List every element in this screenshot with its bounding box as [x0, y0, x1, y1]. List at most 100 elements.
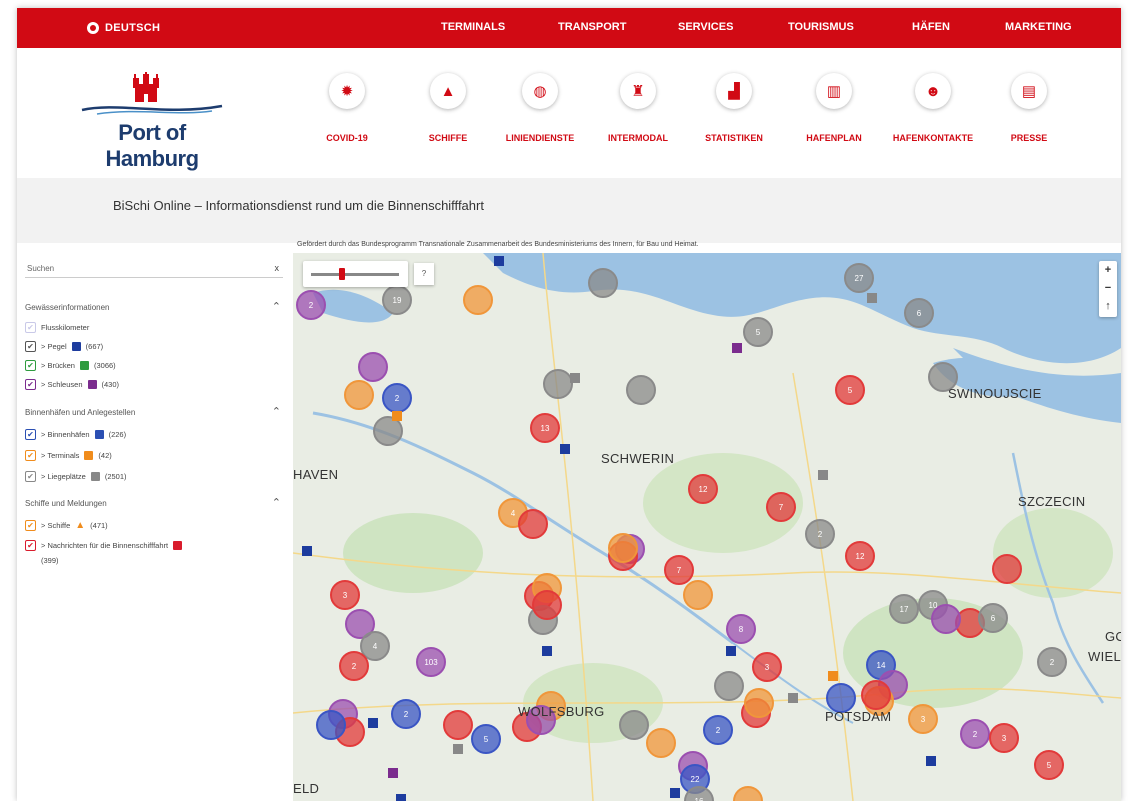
layer-sidebar: Suchen x Gewässerinformationen ⌃ ✔ Fluss… [17, 253, 293, 801]
layer-schleusen[interactable]: ✔ > Schleusen (430) [25, 379, 119, 390]
map-icon: ▥ [816, 73, 852, 109]
layer-nachrichten[interactable]: ✔ > Nachrichten für die Binnenschifffahr… [25, 540, 183, 551]
quicklink-liniendienste[interactable]: ◍ LINIENDIENSTE [495, 73, 585, 143]
help-button[interactable]: ? [414, 263, 434, 285]
map-cluster-marker[interactable] [826, 683, 856, 713]
section-schiffe-meldungen[interactable]: Schiffe und Meldungen ⌃ [25, 496, 283, 509]
zoom-in-button[interactable]: + [1099, 261, 1117, 279]
map-poi-icon[interactable] [542, 646, 552, 656]
language-selector[interactable]: DEUTSCH [87, 8, 160, 48]
map-poi-icon[interactable] [670, 788, 680, 798]
layer-schiffe[interactable]: ✔ > Schiffe ▲ (471) [25, 520, 108, 531]
map-poi-icon[interactable] [392, 411, 402, 421]
checkbox[interactable]: ✔ [25, 471, 36, 482]
map-cluster-marker[interactable] [714, 671, 744, 701]
time-slider[interactable] [303, 261, 408, 287]
map-cluster-marker[interactable] [344, 380, 374, 410]
layer-flusskilometer[interactable]: ✔ Flusskilometer [25, 322, 89, 333]
map-cluster-marker[interactable] [316, 710, 346, 740]
map-poi-icon[interactable] [818, 470, 828, 480]
nav-marketing[interactable]: MARKETING [1005, 21, 1072, 33]
city-label: SWINOUJSCIE [948, 386, 1042, 401]
section-gewaesserinformationen[interactable]: Gewässerinformationen ⌃ [25, 300, 283, 313]
map-cluster-marker[interactable] [992, 554, 1022, 584]
checkbox[interactable]: ✔ [25, 450, 36, 461]
quicklink-hafenplan[interactable]: ▥ HAFENPLAN [789, 73, 879, 143]
map-cluster-marker[interactable] [543, 369, 573, 399]
map-poi-icon[interactable] [726, 646, 736, 656]
zoom-out-button[interactable]: − [1099, 279, 1117, 297]
layer-pegel[interactable]: ✔ > Pegel (667) [25, 341, 103, 352]
map-view[interactable]: 2 19 27 6 5 2 13 5 12 4 7 2 12 7 17 10 6 3 4 103 2 8 3 14 3 2 3 2 5 2… [293, 253, 1121, 801]
map-cluster-marker[interactable] [532, 590, 562, 620]
checkbox[interactable]: ✔ [25, 429, 36, 440]
layer-binnenhaefen[interactable]: ✔ > Binnenhäfen (226) [25, 429, 126, 440]
cluster-count-label: 12 [699, 485, 708, 494]
nav-terminals[interactable]: TERMINALS [441, 21, 505, 33]
map-poi-icon[interactable] [388, 768, 398, 778]
checkbox[interactable]: ✔ [25, 520, 36, 531]
map-cluster-marker[interactable] [619, 710, 649, 740]
layer-label: > Schleusen [41, 380, 83, 389]
cluster-count-label: 2 [1050, 658, 1055, 667]
chevron-up-icon[interactable]: ⌃ [272, 300, 281, 313]
map-poi-icon[interactable] [867, 293, 877, 303]
layer-bruecken[interactable]: ✔ > Brücken (3066) [25, 360, 116, 371]
map-cluster-marker[interactable] [358, 352, 388, 382]
section-title: Binnenhäfen und Anlegestellen [25, 408, 136, 417]
clear-search-icon[interactable]: x [275, 263, 280, 273]
checkbox[interactable]: ✔ [25, 379, 36, 390]
map-poi-icon[interactable] [396, 794, 406, 801]
checkbox[interactable]: ✔ [25, 322, 36, 333]
map-cluster-marker[interactable] [373, 416, 403, 446]
chevron-up-icon[interactable]: ⌃ [272, 496, 281, 509]
map-poi-icon[interactable] [732, 343, 742, 353]
checkbox[interactable]: ✔ [25, 341, 36, 352]
nav-transport[interactable]: TRANSPORT [558, 21, 626, 33]
title-band: BiSchi Online – Informationsdienst rund … [17, 178, 1121, 243]
city-label: GOR [1105, 629, 1121, 644]
map-cluster-marker[interactable] [646, 728, 676, 758]
layer-terminals[interactable]: ✔ > Terminals (42) [25, 450, 112, 461]
map-cluster-marker[interactable] [683, 580, 713, 610]
map-cluster-marker[interactable] [608, 533, 638, 563]
map-poi-icon[interactable] [302, 546, 312, 556]
map-poi-icon[interactable] [788, 693, 798, 703]
map-cluster-marker[interactable] [588, 268, 618, 298]
nav-services[interactable]: SERVICES [678, 21, 733, 33]
quicklink-statistiken[interactable]: ▟ STATISTIKEN [689, 73, 779, 143]
map-poi-icon[interactable] [368, 718, 378, 728]
search-input[interactable]: Suchen x [25, 259, 283, 278]
map-poi-icon[interactable] [926, 756, 936, 766]
map-poi-icon[interactable] [828, 671, 838, 681]
quicklink-schiffe[interactable]: ▲ SCHIFFE [403, 73, 493, 143]
checkbox[interactable]: ✔ [25, 360, 36, 371]
checkbox[interactable]: ✔ [25, 540, 36, 551]
north-arrow-icon[interactable]: ↑ [1099, 297, 1117, 315]
map-cluster-marker[interactable] [518, 509, 548, 539]
layer-liegeplaetze[interactable]: ✔ > Liegeplätze (2501) [25, 471, 127, 482]
section-binnenhaefen[interactable]: Binnenhäfen und Anlegestellen ⌃ [25, 405, 283, 418]
map-poi-icon[interactable] [570, 373, 580, 383]
map-cluster-marker[interactable] [733, 786, 763, 801]
map-poi-icon[interactable] [494, 256, 504, 266]
port-of-hamburg-logo[interactable]: Port of Hamburg [77, 72, 227, 171]
cluster-count-label: 12 [856, 552, 865, 561]
map-cluster-marker[interactable] [744, 688, 774, 718]
map-poi-icon[interactable] [453, 744, 463, 754]
map-cluster-marker[interactable] [626, 375, 656, 405]
map-cluster-marker[interactable] [463, 285, 493, 315]
cluster-count-label: 5 [484, 735, 489, 744]
map-cluster-marker[interactable] [443, 710, 473, 740]
quicklink-covid[interactable]: ✹ COVID-19 [302, 73, 392, 143]
quicklink-hafenkontakte[interactable]: ☻ HAFENKONTAKTE [888, 73, 978, 143]
nav-haefen[interactable]: HÄFEN [912, 21, 950, 33]
chevron-up-icon[interactable]: ⌃ [272, 405, 281, 418]
quicklink-presse[interactable]: ▤ PRESSE [984, 73, 1074, 143]
slider-track[interactable] [311, 273, 399, 276]
map-cluster-marker[interactable] [861, 680, 891, 710]
slider-handle[interactable] [339, 268, 345, 280]
quicklink-intermodal[interactable]: ♜ INTERMODAL [593, 73, 683, 143]
nav-tourismus[interactable]: TOURISMUS [788, 21, 854, 33]
map-poi-icon[interactable] [560, 444, 570, 454]
